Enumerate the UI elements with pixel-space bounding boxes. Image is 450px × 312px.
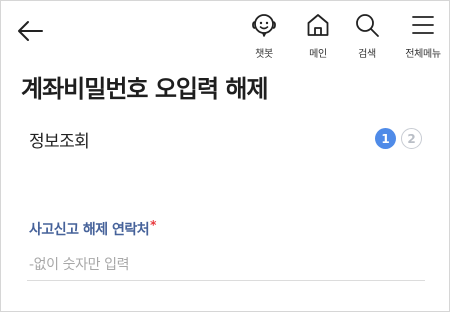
required-mark: *: [150, 218, 156, 232]
section-title: 정보조회: [29, 132, 90, 152]
back-button[interactable]: [13, 15, 47, 47]
step-2-badge: 2: [401, 128, 422, 149]
app-screen: 챗봇 메인 검색 전체메뉴 계좌비밀번호 오입력 해제 정보조회 1 2 사고신…: [0, 0, 450, 312]
search-icon: [353, 11, 381, 39]
search-label: 검색: [358, 49, 376, 60]
search-button[interactable]: 검색: [340, 11, 394, 63]
contact-field-label: 사고신고 해제 연락처*: [29, 218, 156, 239]
step-indicator: 1 2: [375, 128, 422, 149]
home-button[interactable]: 메인: [291, 11, 345, 63]
full-menu-button[interactable]: 전체메뉴: [396, 11, 450, 63]
back-arrow-icon: [18, 21, 43, 41]
chatbot-label: 챗봇: [255, 49, 273, 60]
step-1-badge: 1: [375, 128, 396, 149]
chatbot-icon: [250, 11, 278, 39]
menu-icon: [409, 11, 437, 39]
top-navigation-bar: 챗봇 메인 검색 전체메뉴: [1, 1, 450, 63]
page-title: 계좌비밀번호 오입력 해제: [21, 75, 269, 103]
home-icon: [304, 11, 332, 39]
contact-field-label-text: 사고신고 해제 연락처: [29, 222, 150, 238]
contact-number-input[interactable]: [27, 249, 425, 281]
home-label: 메인: [309, 49, 327, 60]
full-menu-label: 전체메뉴: [405, 49, 441, 60]
chatbot-button[interactable]: 챗봇: [237, 11, 291, 63]
